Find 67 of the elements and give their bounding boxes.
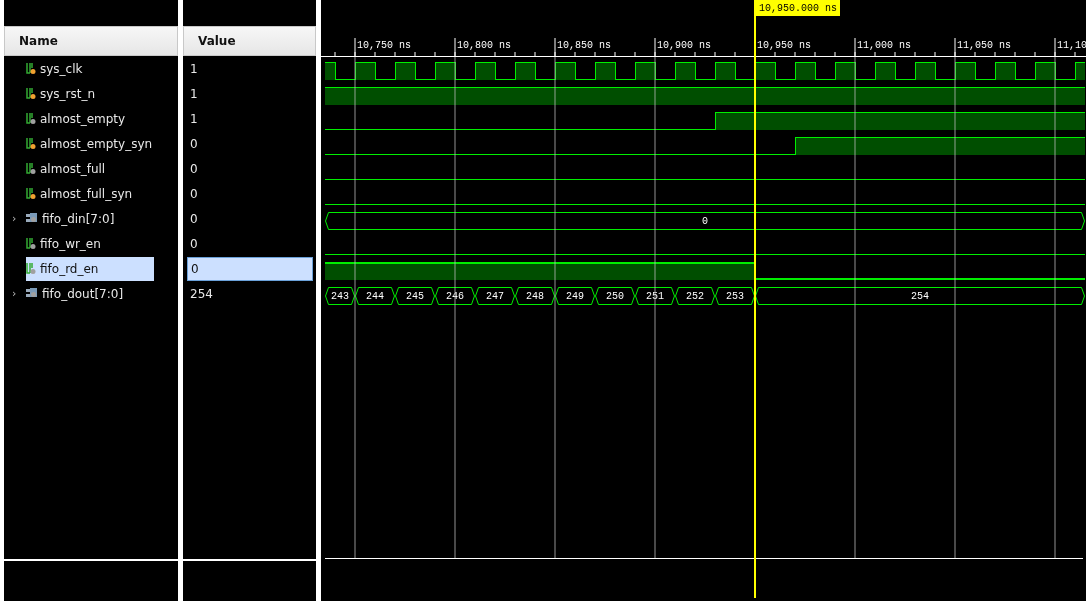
signal-value: 0 <box>189 210 199 228</box>
signal-value: 0 <box>189 160 199 178</box>
signal-value: 0 <box>189 135 199 153</box>
signal-name[interactable]: fifo_dout[7:0] <box>26 281 154 306</box>
bus-value: 247 <box>485 290 504 302</box>
signal-name[interactable]: fifo_rd_en <box>26 256 154 281</box>
cursor-line[interactable] <box>754 0 756 598</box>
bus-icon <box>26 213 38 224</box>
signal-icon <box>26 237 36 250</box>
signal-value: 0 <box>189 235 199 253</box>
time-label: 11,10 <box>1057 40 1086 51</box>
bus-value: 249 <box>565 290 584 302</box>
bus-value: 251 <box>645 290 664 302</box>
time-label: 11,000 ns <box>857 40 911 51</box>
expand-arrow[interactable]: › <box>12 212 22 225</box>
signal-icon <box>26 112 36 125</box>
signal-label: almost_full_syn <box>40 186 133 201</box>
signal-label: fifo_rd_en <box>40 261 99 276</box>
bus-value: 243 <box>331 290 349 302</box>
signal-value: 1 <box>189 85 199 103</box>
signal-label: fifo_wr_en <box>40 236 101 251</box>
signal-value: 1 <box>189 60 199 78</box>
signal-icon <box>26 137 36 150</box>
time-label: 10,900 ns <box>657 40 711 51</box>
signal-icon <box>26 87 36 100</box>
time-label: 10,800 ns <box>457 40 511 51</box>
time-label: 11,050 ns <box>957 40 1011 51</box>
bus-value: 253 <box>725 290 744 302</box>
bus-icon <box>26 288 38 299</box>
signal-icon <box>26 262 36 275</box>
signal-name[interactable]: almost_empty_syn <box>26 131 154 156</box>
time-label: 10,850 ns <box>557 40 611 51</box>
expand-arrow[interactable]: › <box>12 287 22 300</box>
time-label: 10,950 ns <box>757 40 811 51</box>
bus-value: 252 <box>685 290 704 302</box>
time-label: 10,750 ns <box>357 40 411 51</box>
bus-value: 0 <box>702 215 708 227</box>
signal-value: 254 <box>189 285 214 303</box>
bus-value: 246 <box>445 290 464 302</box>
signal-label: almost_full <box>40 161 106 176</box>
signal-value: 0 <box>189 185 199 203</box>
signal-name[interactable]: almost_full_syn <box>26 181 154 206</box>
bus-value: 254 <box>910 290 929 302</box>
signal-label: almost_empty_syn <box>40 136 153 151</box>
bus-value: 245 <box>405 290 424 302</box>
signal-label: sys_rst_n <box>40 86 96 101</box>
signal-name[interactable]: sys_clk <box>26 56 154 81</box>
signal-icon <box>26 62 36 75</box>
cursor-time: 10,950.000 ns <box>756 0 840 16</box>
signal-icon <box>26 162 36 175</box>
signal-name[interactable]: fifo_din[7:0] <box>26 206 154 231</box>
signal-name[interactable]: almost_empty <box>26 106 154 131</box>
signal-label: fifo_dout[7:0] <box>42 286 124 301</box>
signal-label: almost_empty <box>40 111 126 126</box>
bus-value: 250 <box>605 290 624 302</box>
signal-value: 0 <box>187 256 313 281</box>
signal-value: 1 <box>189 110 199 128</box>
signal-label: fifo_din[7:0] <box>42 211 115 226</box>
bus-value: 244 <box>366 290 384 302</box>
signal-icon <box>26 187 36 200</box>
signal-name[interactable]: sys_rst_n <box>26 81 154 106</box>
signal-name[interactable]: fifo_wr_en <box>26 231 154 256</box>
column-header: Name <box>18 34 58 48</box>
signal-name[interactable]: almost_full <box>26 156 154 181</box>
signal-label: sys_clk <box>40 61 83 76</box>
bus-value: 248 <box>525 290 544 302</box>
column-header: Value <box>197 34 236 48</box>
